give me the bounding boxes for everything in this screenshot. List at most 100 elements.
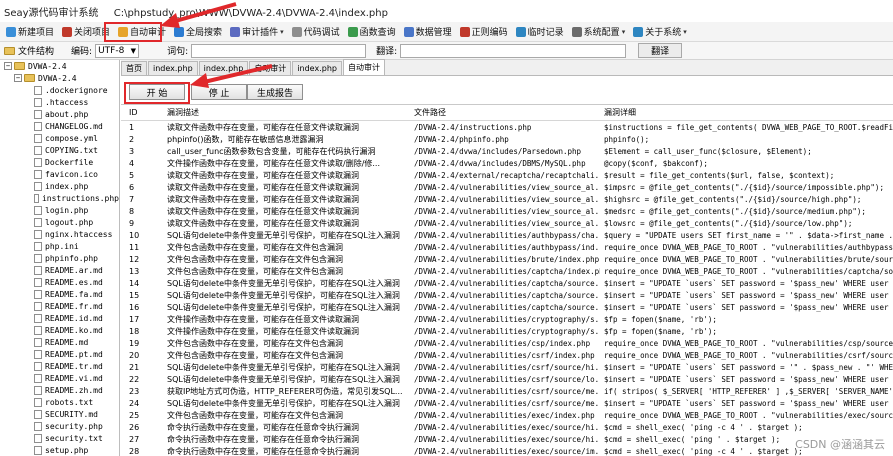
table-header: ID 漏洞描述 文件路径 漏洞详细 (121, 105, 893, 121)
tab-5[interactable]: 自动审计 (342, 59, 385, 75)
cell-detail: $impsrc = @file_get_contents("./{$id}/so… (604, 182, 884, 192)
tab-4[interactable]: index.php (292, 61, 342, 75)
table-row[interactable]: 20 文件包含函数中存在变量，可能存在文件包含漏洞/DVWA-2.4/vulner… (121, 349, 893, 361)
tree-item-label: README.id.md (45, 313, 103, 323)
menu-item-regex-encode[interactable]: 正则编码 (456, 23, 512, 41)
tree-file[interactable]: .dockerignore (0, 84, 119, 96)
table-row[interactable]: 19 文件包含函数中存在变量，可能存在文件包含漏洞/DVWA-2.4/vulner… (121, 337, 893, 349)
table-row[interactable]: 15 SQL语句delete中条件变量无单引号保护，可能存在SQL注入漏洞/DVW… (121, 289, 893, 301)
table-row[interactable]: 12 文件包含函数中存在变量，可能存在文件包含漏洞/DVWA-2.4/vulner… (121, 253, 893, 265)
cell-id: 26 (129, 422, 140, 432)
table-row[interactable]: 3 call_user_func函数参数包含变量，可能存在代码执行漏洞/DVWA-… (121, 145, 893, 157)
tree-file[interactable]: README.es.md (0, 276, 119, 288)
tree-file[interactable]: README.id.md (0, 312, 119, 324)
table-row[interactable]: 9 读取文件函数中存在变量，可能存在任意文件读取漏洞/DVWA-2.4/vulne… (121, 217, 893, 229)
tree-file[interactable]: .htaccess (0, 96, 119, 108)
word-input[interactable] (191, 43, 367, 58)
tree-file[interactable]: README.tr.md (0, 360, 119, 372)
cell-detail: $insert = "UPDATE `users` SET password =… (604, 374, 893, 384)
table-row[interactable]: 24 SQL语句delete中条件变量无单引号保护，可能存在SQL注入漏洞/DVW… (121, 397, 893, 409)
cell-path: /DVWA-2.4/dvwa/includes/DBMS/MySQL.php (414, 158, 586, 168)
translate-input[interactable] (400, 43, 627, 58)
tree-item-label: security.txt (45, 433, 103, 443)
table-row[interactable]: 23 获取IP地址方式可伪造，HTTP_REFERER可伪造，常见引发SQL...… (121, 385, 893, 397)
header-desc[interactable]: 漏洞描述 (159, 107, 410, 118)
table-row[interactable]: 26 命令执行函数中存在变量，可能存在任意命令执行漏洞/DVWA-2.4/vuln… (121, 421, 893, 433)
file-structure-button[interactable]: 文件结构 (18, 44, 54, 57)
table-row[interactable]: 7 读取文件函数中存在变量，可能存在任意文件读取漏洞/DVWA-2.4/vulne… (121, 193, 893, 205)
table-row[interactable]: 22 SQL语句delete中条件变量无单引号保护，可能存在SQL注入漏洞/DVW… (121, 373, 893, 385)
table-row[interactable]: 8 读取文件函数中存在变量，可能存在任意文件读取漏洞/DVWA-2.4/vulne… (121, 205, 893, 217)
tree-file[interactable]: login.php (0, 204, 119, 216)
tree-file[interactable]: phpinfo.php (0, 252, 119, 264)
tree-item-label: phpinfo.php (45, 253, 98, 263)
table-row[interactable]: 16 SQL语句delete中条件变量无单引号保护，可能存在SQL注入漏洞/DVW… (121, 301, 893, 313)
tree-file[interactable]: security.php (0, 420, 119, 432)
table-row[interactable]: 6 读取文件函数中存在变量，可能存在任意文件读取漏洞/DVWA-2.4/vulne… (121, 181, 893, 193)
table-row[interactable]: 18 文件操作函数中存在变量，可能存在任意文件读取漏洞/DVWA-2.4/vuln… (121, 325, 893, 337)
tree-file[interactable]: README.pt.md (0, 348, 119, 360)
tree-file[interactable]: README.ko.md (0, 324, 119, 336)
table-row[interactable]: 10 SQL语句delete中条件变量无单引号保护，可能存在SQL注入漏洞/DVW… (121, 229, 893, 241)
cell-id: 18 (129, 326, 140, 336)
tree-file[interactable]: CHANGELOG.md (0, 120, 119, 132)
tree-file[interactable]: README.fr.md (0, 300, 119, 312)
menu-item-temp-record[interactable]: 临时记录 (512, 23, 568, 41)
menu-item-code-debug[interactable]: 代码调试 (288, 23, 344, 41)
table-row[interactable]: 14 SQL语句delete中条件变量无单引号保护，可能存在SQL注入漏洞/DVW… (121, 277, 893, 289)
table-row[interactable]: 11 文件包含函数中存在变量，可能存在文件包含漏洞/DVWA-2.4/vulner… (121, 241, 893, 253)
tree-file[interactable]: README.md (0, 336, 119, 348)
table-row[interactable]: 17 文件操作函数中存在变量，可能存在任意文件读取漏洞/DVWA-2.4/vuln… (121, 313, 893, 325)
table-row[interactable]: 21 SQL语句delete中条件变量无单引号保护，可能存在SQL注入漏洞/DVW… (121, 361, 893, 373)
cell-detail: $insert = "UPDATE `users` SET password =… (604, 278, 893, 288)
menu-item-data-manage[interactable]: 数据管理 (400, 23, 456, 41)
chevron-down-icon: ▾ (683, 27, 687, 36)
table-row[interactable]: 27 命令执行函数中存在变量，可能存在任意命令执行漏洞/DVWA-2.4/vuln… (121, 433, 893, 445)
menu-item-function-query[interactable]: 函数查询 (344, 23, 400, 41)
tree-file[interactable]: README.zh.md (0, 384, 119, 396)
tree-sub-root[interactable]: − DVWA-2.4 (0, 72, 119, 84)
tree-file[interactable]: index.php (0, 180, 119, 192)
header-id[interactable]: ID (121, 108, 159, 117)
tree-file[interactable]: security.txt (0, 432, 119, 444)
tree-file[interactable]: favicon.ico (0, 168, 119, 180)
tree-file[interactable]: nginx.htaccess (0, 228, 119, 240)
table-row[interactable]: 4 文件操作函数中存在变量，可能存在任意文件读取/删除/修... /DVWA-2.4… (121, 157, 893, 169)
table-row[interactable]: 13 文件包含函数中存在变量，可能存在文件包含漏洞/DVWA-2.4/vulner… (121, 265, 893, 277)
tree-file[interactable]: php.ini (0, 240, 119, 252)
tree-file[interactable]: Dockerfile (0, 156, 119, 168)
menu-item-system-config[interactable]: 系统配置 ▾ (568, 23, 630, 41)
tree-file[interactable]: README.vi.md (0, 372, 119, 384)
menu-item-about-system[interactable]: 关于系统 ▾ (629, 23, 691, 41)
tree-file[interactable]: instructions.php (0, 192, 119, 204)
tree-file[interactable]: robots.txt (0, 396, 119, 408)
tab-0[interactable]: 首页 (121, 61, 147, 75)
tree-file[interactable]: setup.php (0, 444, 119, 456)
chevron-down-icon: ▼ (130, 46, 137, 55)
table-row[interactable]: 25 文件包含函数中存在变量，可能存在文件包含漏洞/DVWA-2.4/vulner… (121, 409, 893, 421)
translate-button[interactable]: 翻译 (638, 43, 683, 58)
cell-path: /DVWA-2.4/vulnerabilities/view_source_al… (414, 218, 600, 228)
collapse-icon[interactable]: − (4, 62, 12, 70)
cell-path: /DVWA-2.4/vulnerabilities/csrf/source/me… (414, 386, 600, 396)
menu-item-new-project[interactable]: 新建项目 (2, 23, 58, 41)
tree-file[interactable]: COPYING.txt (0, 144, 119, 156)
tree-file[interactable]: compose.yml (0, 132, 119, 144)
table-row[interactable]: 5 读取文件函数中存在变量，可能存在任意文件读取漏洞/DVWA-2.4/exter… (121, 169, 893, 181)
tree-file[interactable]: README.fa.md (0, 288, 119, 300)
cell-desc: SQL语句delete中条件变量无单引号保护，可能存在SQL注入漏洞 (167, 362, 400, 372)
tree-file[interactable]: README.ar.md (0, 264, 119, 276)
cell-detail: $fp = fopen($name, 'rb'); (604, 326, 717, 336)
tree-root[interactable]: − DVWA-2.4 (0, 60, 119, 72)
tree-file[interactable]: about.php (0, 108, 119, 120)
collapse-icon[interactable]: − (14, 74, 22, 82)
table-row[interactable]: 1 读取文件函数中存在变量，可能存在任意文件读取漏洞/DVWA-2.4/instr… (121, 121, 893, 133)
encoding-select[interactable]: UTF-8 ▼ (95, 43, 140, 58)
table-row[interactable]: 2 phpinfo()函数，可能存在敏感信息泄露漏洞/DVWA-2.4/phpin… (121, 133, 893, 145)
header-detail[interactable]: 漏洞详细 (600, 107, 893, 118)
header-path[interactable]: 文件路径 (410, 107, 600, 118)
tree-file[interactable]: logout.php (0, 216, 119, 228)
file-icon (34, 409, 42, 419)
tree-file[interactable]: SECURITY.md (0, 408, 119, 420)
table-row[interactable]: 28 命令执行函数中存在变量，可能存在任意命令执行漏洞/DVWA-2.4/vuln… (121, 445, 893, 456)
